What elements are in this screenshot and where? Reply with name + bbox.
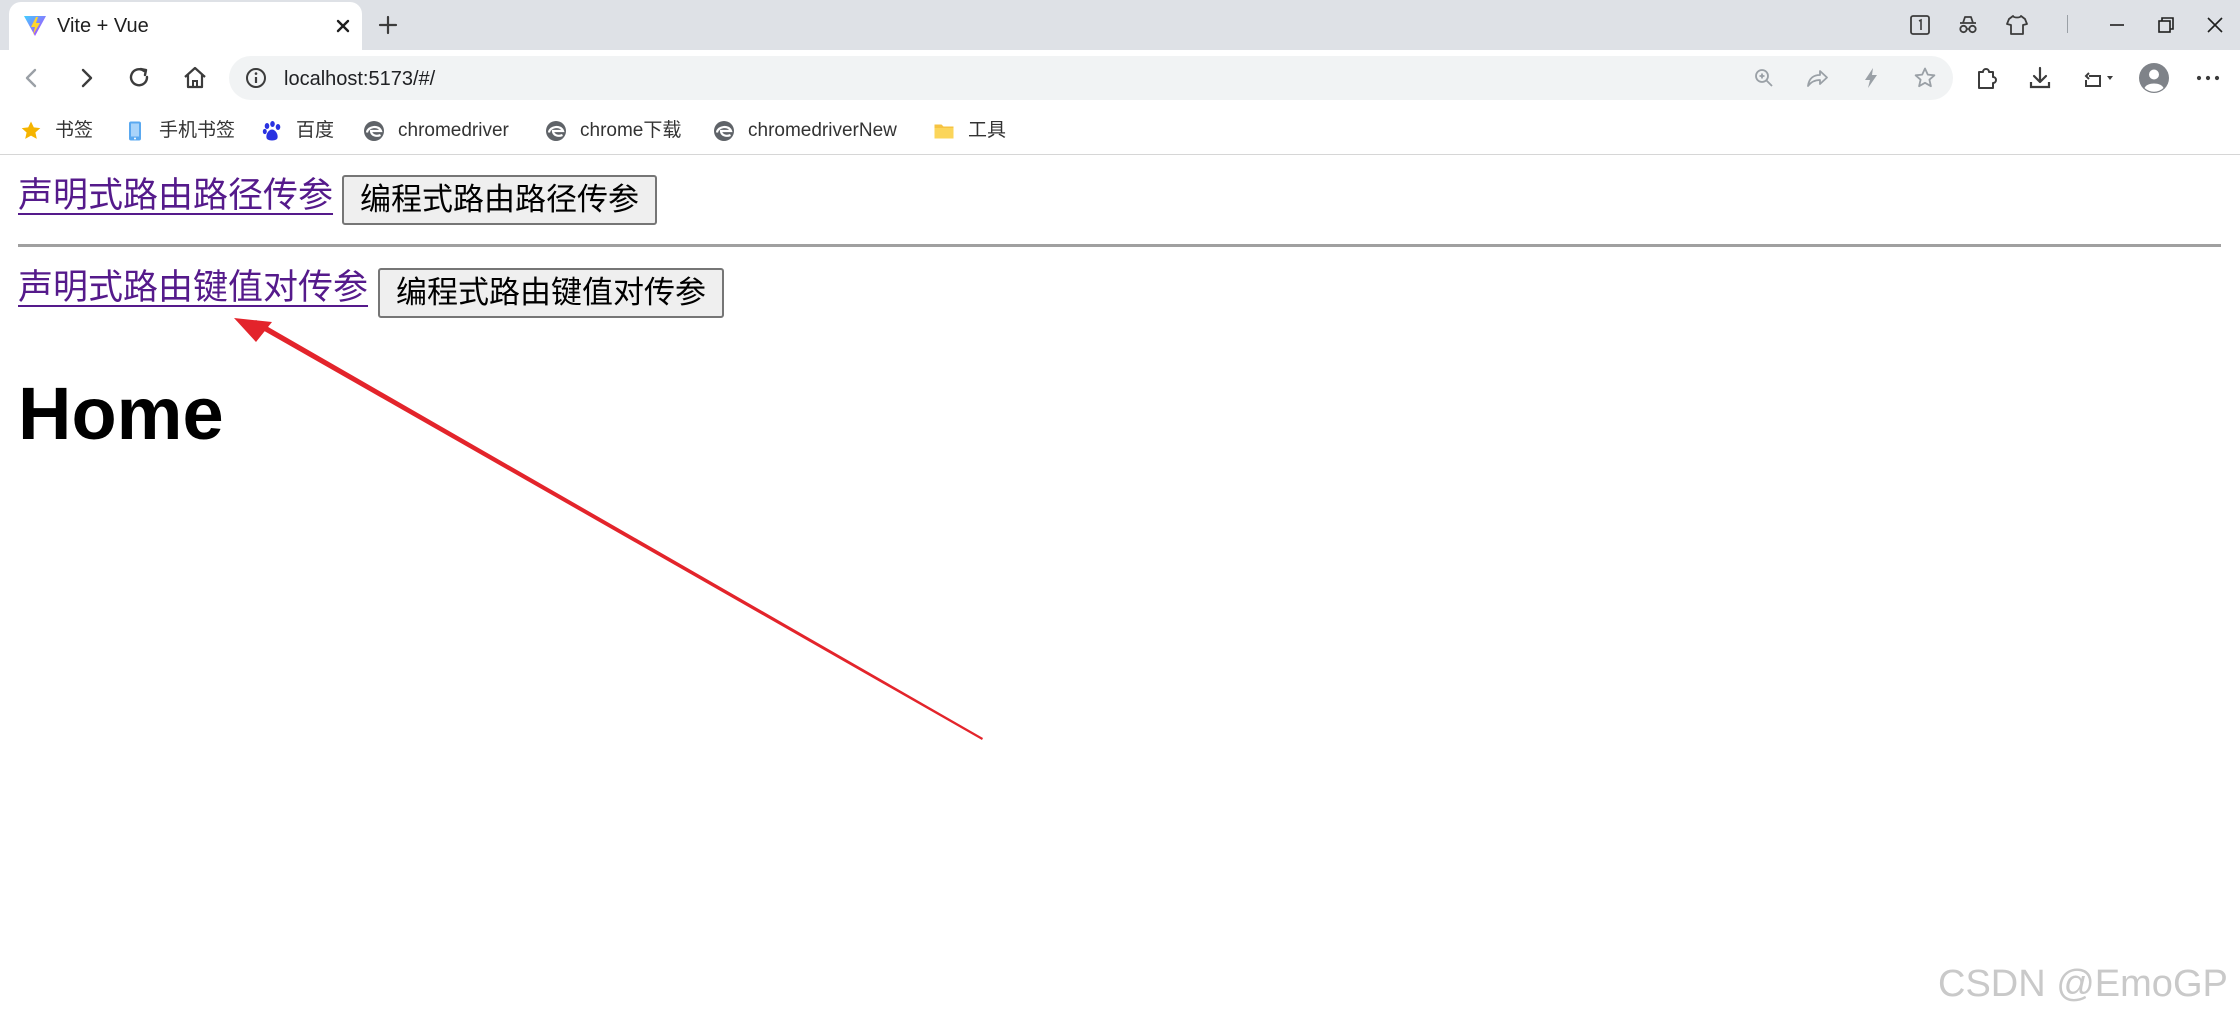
edge-logo-icon (713, 120, 735, 142)
tab-strip: Vite + Vue (0, 0, 2240, 50)
folder-icon (933, 120, 955, 142)
address-bar[interactable]: localhost:5173/#/ (229, 56, 1953, 100)
bookmark-label: 工具 (968, 120, 1007, 141)
vite-logo-icon (23, 14, 47, 38)
star-icon (20, 120, 42, 142)
browser-toolbar: localhost:5173/#/ (0, 50, 2240, 107)
browser-window: Vite + Vue localhost:5173/#/ 书签 手机书签 百度 … (0, 0, 2240, 1019)
bookmark-item-mobile[interactable]: 手机书签 (124, 117, 235, 145)
tab-close-icon[interactable] (329, 12, 357, 40)
bookmark-star-icon[interactable] (1912, 65, 1938, 91)
bookmarks-bar: 书签 手机书签 百度 chromedriver chrome下载 chromed… (0, 107, 2240, 155)
address-url[interactable]: localhost:5173/#/ (284, 67, 435, 91)
home-icon[interactable] (179, 62, 211, 94)
new-tab-plus-icon[interactable] (374, 11, 402, 39)
close-window-icon[interactable] (2200, 10, 2230, 40)
tab-title: Vite + Vue (57, 15, 149, 37)
baidu-paw-icon (261, 120, 283, 142)
profile-avatar-icon[interactable] (2138, 62, 2170, 94)
bookmark-item-chrome-download[interactable]: chrome下载 (545, 117, 681, 145)
site-info-icon[interactable] (244, 66, 268, 90)
history-dropdown-icon[interactable] (2080, 62, 2120, 94)
extensions-puzzle-icon[interactable] (1970, 62, 2002, 94)
bookmark-item-baidu[interactable]: 百度 (261, 117, 334, 145)
edge-logo-icon (363, 120, 385, 142)
router-view-home-title: Home (18, 372, 224, 455)
strip-separator (2067, 15, 2068, 33)
bookmark-label: 百度 (296, 120, 335, 141)
zoom-icon[interactable] (1751, 65, 1777, 91)
bookmark-item-tools[interactable]: 工具 (933, 117, 1006, 145)
tab-count-icon[interactable] (1905, 10, 1935, 40)
minimize-icon[interactable] (2102, 10, 2132, 40)
programmatic-route-path-button[interactable]: 编程式路由路径传参 (342, 175, 657, 225)
bookmark-item-chromedrivernew[interactable]: chromedriverNew (713, 117, 897, 145)
restore-icon[interactable] (2151, 10, 2181, 40)
back-arrow-icon[interactable] (16, 62, 48, 94)
mobile-icon (124, 120, 146, 142)
incognito-icon[interactable] (1953, 10, 1983, 40)
divider (18, 244, 2221, 247)
declarative-route-query-link[interactable]: 声明式路由键值对传参 (18, 267, 368, 309)
reload-icon[interactable] (124, 62, 156, 94)
page-viewport: 声明式路由路径传参 编程式路由路径传参 声明式路由键值对传参 编程式路由键值对传… (0, 156, 2240, 1019)
bookmark-label: 书签 (55, 120, 94, 141)
lightning-icon[interactable] (1858, 65, 1884, 91)
edge-logo-icon (545, 120, 567, 142)
forward-arrow-icon[interactable] (70, 62, 102, 94)
bookmark-label: chromedriverNew (748, 120, 897, 141)
bookmark-label: 手机书签 (159, 120, 236, 141)
declarative-route-path-link[interactable]: 声明式路由路径传参 (18, 175, 333, 217)
share-icon[interactable] (1804, 65, 1830, 91)
bookmark-item-shuqian[interactable]: 书签 (20, 117, 93, 145)
bookmark-label: chrome下载 (580, 120, 682, 141)
tab-active[interactable]: Vite + Vue (9, 2, 362, 50)
more-menu-icon[interactable] (2192, 62, 2224, 94)
bookmark-label: chromedriver (398, 120, 509, 141)
programmatic-route-query-button[interactable]: 编程式路由键值对传参 (378, 268, 724, 318)
shirt-skin-icon[interactable] (2002, 10, 2032, 40)
download-icon[interactable] (2024, 62, 2056, 94)
csdn-watermark: CSDN @EmoGP (1938, 963, 2228, 1005)
bookmark-item-chromedriver[interactable]: chromedriver (363, 117, 509, 145)
